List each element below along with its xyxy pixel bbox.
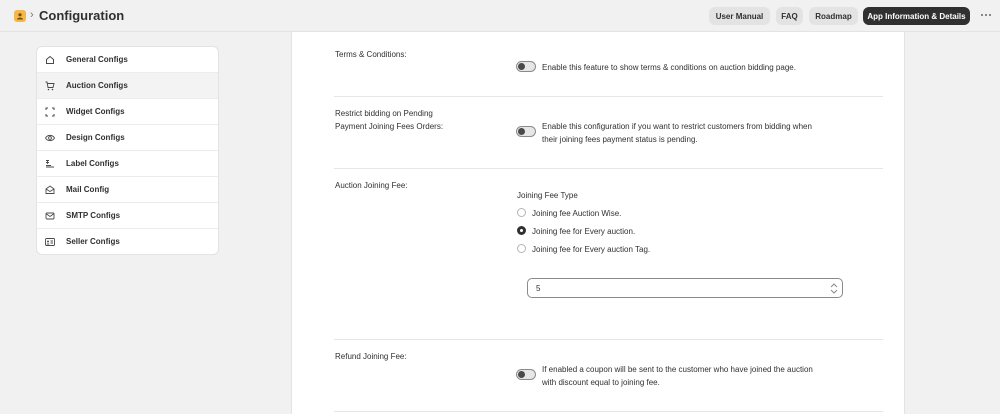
joining-fee-label: Auction Joining Fee:: [335, 181, 408, 190]
sidebar-item-label: Widget Configs: [66, 107, 125, 116]
terms-toggle[interactable]: [516, 61, 536, 72]
radio-every-auction-label: Joining fee for Every auction.: [532, 227, 636, 236]
email-icon: [45, 212, 55, 220]
sidebar-item-mail-config[interactable]: Mail Config: [37, 177, 218, 203]
app-logo-icon[interactable]: [14, 10, 26, 22]
sidebar-item-design-configs[interactable]: Design Configs: [37, 125, 218, 151]
refund-toggle[interactable]: [516, 369, 536, 380]
radio-auction-wise-label: Joining fee Auction Wise.: [532, 209, 622, 218]
sidebar-item-widget-configs[interactable]: Widget Configs: [37, 99, 218, 125]
toggle-knob: [518, 63, 525, 70]
app-information-button[interactable]: App Information & Details: [863, 7, 970, 25]
toggle-knob: [518, 371, 525, 378]
settings-panel: Terms & Conditions: Enable this feature …: [291, 32, 905, 414]
sidebar-item-label: Seller Configs: [66, 237, 120, 246]
id-card-icon: [45, 238, 55, 246]
roadmap-button[interactable]: Roadmap: [809, 7, 858, 25]
sidebar-item-label: Design Configs: [66, 133, 125, 142]
sidebar-item-label: General Configs: [66, 55, 128, 64]
restrict-label-line2: Payment Joining Fees Orders:: [335, 122, 444, 131]
config-sidebar: General Configs Auction Configs Widget C…: [36, 46, 219, 255]
stepper-arrows-icon[interactable]: [829, 281, 839, 296]
terms-description: Enable this feature to show terms & cond…: [542, 63, 796, 72]
refund-label: Refund Joining Fee:: [335, 352, 407, 361]
user-manual-button[interactable]: User Manual: [709, 7, 770, 25]
home-icon: [46, 55, 54, 64]
radio-auction-wise[interactable]: [517, 208, 526, 217]
divider: [334, 411, 883, 412]
divider: [334, 168, 883, 169]
more-options-icon[interactable]: [981, 14, 991, 16]
radio-every-auction-tag-label: Joining fee for Every auction Tag.: [532, 245, 651, 254]
restrict-description-line2: their joining fees payment status is pen…: [542, 135, 698, 144]
sidebar-item-auction-configs[interactable]: Auction Configs: [37, 73, 218, 99]
label-icon: [46, 160, 54, 168]
faq-button[interactable]: FAQ: [776, 7, 803, 25]
terms-label: Terms & Conditions:: [335, 50, 407, 59]
divider: [334, 339, 883, 340]
sidebar-item-general-configs[interactable]: General Configs: [37, 47, 218, 73]
sidebar-item-label: Auction Configs: [66, 81, 128, 90]
top-bar: › Configuration User Manual FAQ Roadmap …: [0, 0, 1000, 32]
widget-frame-icon: [45, 107, 55, 117]
radio-every-auction-tag[interactable]: [517, 244, 526, 253]
toggle-knob: [518, 128, 525, 135]
refund-description-line2: with discount equal to joining fee.: [542, 378, 660, 387]
sidebar-item-label: Mail Config: [66, 185, 110, 194]
sidebar-item-label: SMTP Configs: [66, 211, 121, 220]
mail-icon: [45, 185, 55, 194]
sidebar-item-smtp-configs[interactable]: SMTP Configs: [37, 203, 218, 229]
eye-icon: [45, 134, 55, 142]
page-title: Configuration: [39, 8, 125, 23]
sidebar-item-seller-configs[interactable]: Seller Configs: [37, 229, 218, 254]
divider: [334, 96, 883, 97]
radio-every-auction[interactable]: [517, 226, 526, 235]
sidebar-item-label: Label Configs: [66, 159, 119, 168]
joining-fee-amount-input[interactable]: [527, 278, 843, 298]
refund-description-line1: If enabled a coupon will be sent to the …: [542, 365, 813, 374]
sidebar-item-label-configs[interactable]: Label Configs: [37, 151, 218, 177]
breadcrumb-separator: ›: [30, 9, 34, 21]
restrict-label-line1: Restrict bidding on Pending: [335, 109, 433, 118]
joining-fee-type-heading: Joining Fee Type: [517, 191, 578, 200]
restrict-bidding-toggle[interactable]: [516, 126, 536, 137]
cart-icon: [45, 81, 55, 91]
restrict-description-line1: Enable this configuration if you want to…: [542, 122, 812, 131]
